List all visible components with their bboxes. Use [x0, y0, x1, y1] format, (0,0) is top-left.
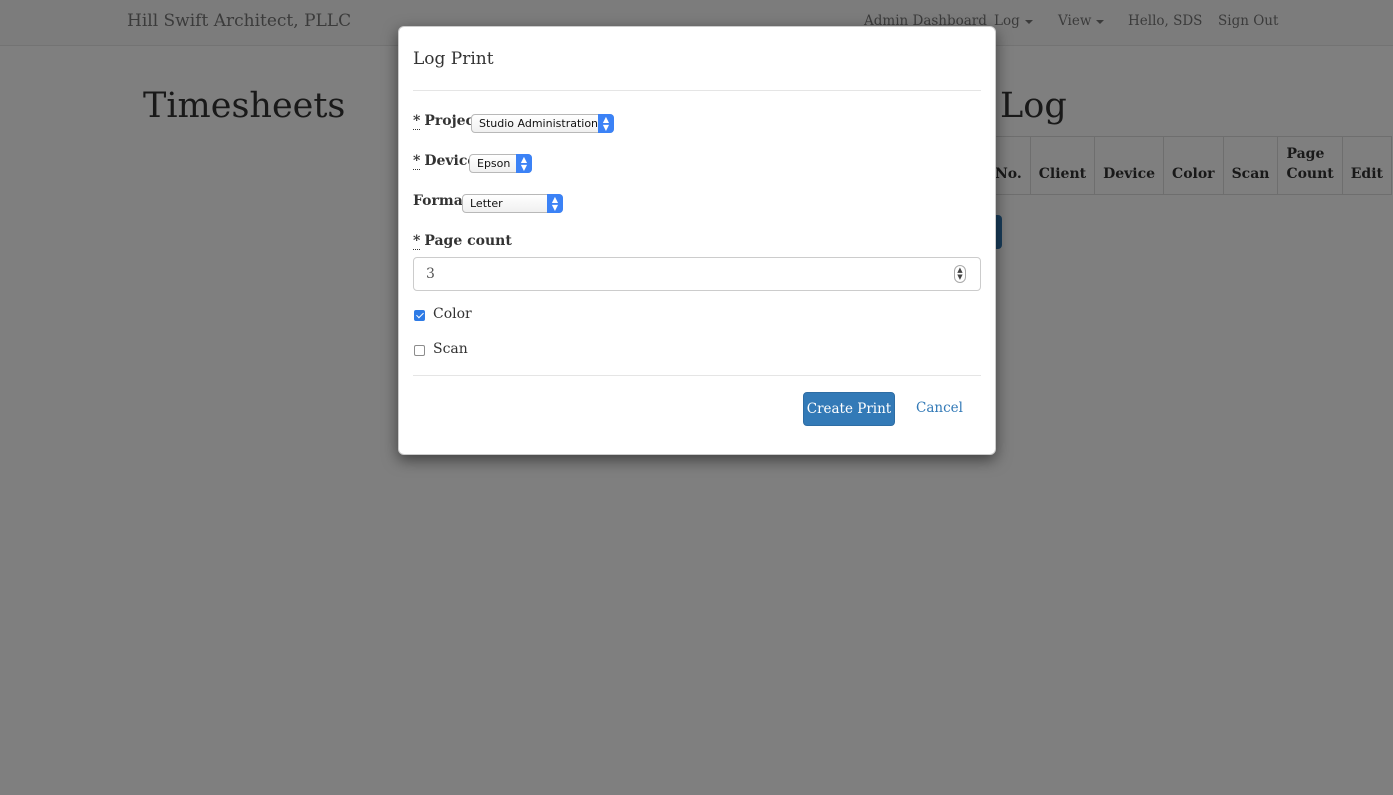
required-marker: * — [413, 233, 421, 250]
device-select-value: Epson — [477, 157, 511, 170]
device-label: * Device — [413, 153, 476, 170]
format-label: Format — [413, 193, 470, 209]
select-arrows-icon: ▲ ▼ — [598, 114, 614, 133]
page-count-input[interactable]: 3 ▲ ▼ — [413, 257, 981, 291]
page-count-value: 3 — [426, 266, 435, 282]
required-marker: * — [413, 113, 421, 130]
format-select[interactable]: Letter ▲ ▼ — [462, 194, 563, 213]
device-select[interactable]: Epson ▲ ▼ — [469, 154, 532, 173]
number-spinner-icon[interactable]: ▲ ▼ — [954, 265, 966, 283]
header-divider — [413, 90, 981, 91]
project-select[interactable]: Studio Administration ▲ ▼ — [471, 114, 614, 133]
cancel-button[interactable]: Cancel — [916, 400, 963, 416]
log-print-modal: Log Print * Project Studio Administration… — [398, 26, 996, 455]
page-count-label-text: Page count — [424, 233, 512, 249]
modal-title: Log Print — [413, 49, 494, 69]
select-arrows-icon: ▲ ▼ — [547, 194, 563, 213]
scan-checkbox-label[interactable]: Scan — [433, 341, 468, 357]
select-arrows-icon: ▲ ▼ — [516, 154, 532, 173]
color-checkbox-label[interactable]: Color — [433, 306, 472, 322]
color-checkbox[interactable] — [414, 310, 425, 321]
format-select-value: Letter — [470, 197, 503, 210]
footer-divider — [413, 375, 981, 376]
page-count-label: * Page count — [413, 233, 512, 250]
scan-checkbox[interactable] — [414, 345, 425, 356]
required-marker: * — [413, 153, 421, 170]
create-print-button[interactable]: Create Print — [803, 392, 895, 426]
project-select-value: Studio Administration — [479, 117, 599, 130]
